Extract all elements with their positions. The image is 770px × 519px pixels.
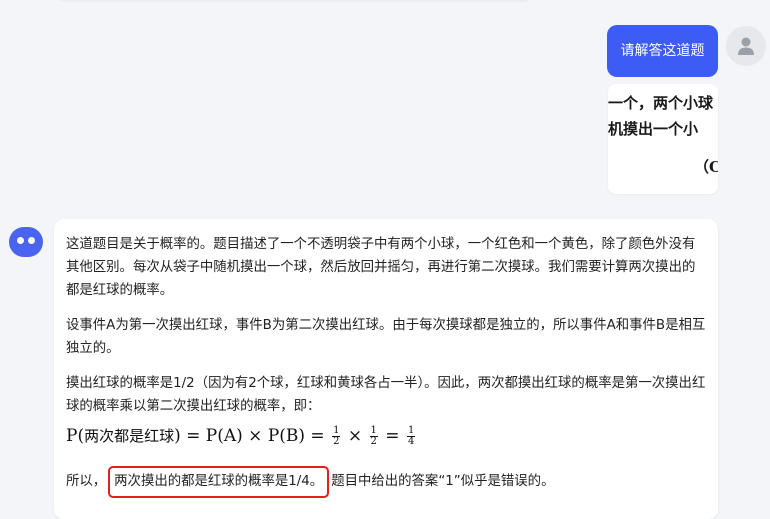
image-text-line: 一个，两个小球 — [608, 94, 714, 112]
user-message-bubble: 请解答这道题 — [607, 25, 718, 77]
formula-event: 两次都是红球 — [84, 427, 175, 445]
fraction-result: 14 — [406, 425, 416, 447]
user-avatar[interactable] — [726, 26, 766, 66]
attached-question-image[interactable]: 一个，两个小球 机摸出一个小 （C — [608, 84, 718, 194]
conclusion-prefix: 所以， — [66, 474, 107, 489]
answer-paragraph: 摸出红球的概率是1/2（因为有2个球，红球和黄球各占一半）。因此，两次都摸出红球… — [66, 376, 706, 414]
formula-part: ) = — [174, 426, 206, 446]
highlighted-answer: 两次摸出的都是红球的概率是1/4。 — [108, 466, 330, 498]
formula-part: P( — [66, 426, 85, 446]
avatar-right-eye — [28, 237, 35, 244]
answer-paragraph: 这道题目是关于概率的。题目描述了一个不透明袋子中有两个小球，一个红色和一个黄色，… — [66, 237, 696, 298]
fraction-one-half: 12 — [332, 425, 341, 447]
formula-part: P(A) × P(B) = — [205, 426, 331, 446]
assistant-avatar — [9, 227, 43, 257]
user-message-text: 请解答这道题 — [620, 43, 705, 59]
avatar-left-eye — [17, 237, 24, 244]
formula-part: = — [379, 426, 405, 446]
user-icon — [738, 37, 754, 55]
answer-paragraph: 设事件A为第一次摸出红球，事件B为第二次摸出红球。由于每次摸球都是独立的，所以事… — [66, 318, 706, 356]
assistant-message-card: 这道题目是关于概率的。题目描述了一个不透明袋子中有两个小球，一个红色和一个黄色，… — [54, 219, 718, 519]
formula-part: × — [342, 426, 368, 446]
image-text-line: 机摸出一个小 — [608, 120, 699, 138]
probability-formula: P(两次都是红球) = P(A) × P(B) = 12 × 12 = 14 — [66, 425, 417, 447]
conclusion-suffix: 题目中给出的答案“1”似乎是错误的。 — [331, 474, 555, 489]
answer-conclusion: 所以， 两次摸出的都是红球的概率是1/4。 题目中给出的答案“1”似乎是错误的。 — [66, 466, 554, 498]
image-text-line: （C — [694, 158, 718, 176]
fraction-one-half: 12 — [369, 425, 378, 447]
